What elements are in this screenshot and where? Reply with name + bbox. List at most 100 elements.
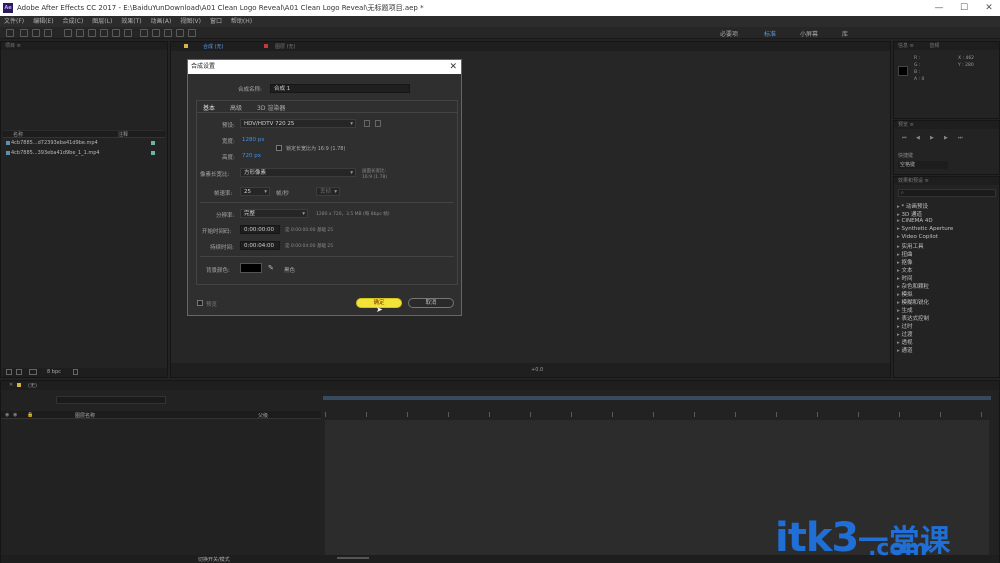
preview-checkbox[interactable]: [197, 300, 203, 306]
menu-edit[interactable]: 编辑(E): [33, 16, 53, 27]
menu-view[interactable]: 视图(V): [180, 16, 201, 27]
effect-category[interactable]: 模拟: [897, 290, 913, 298]
effect-category[interactable]: 模糊和锐化: [897, 298, 930, 306]
bg-color-swatch[interactable]: [240, 263, 262, 273]
effect-category[interactable]: 表达式控制: [897, 314, 930, 322]
frame-rate-select[interactable]: 25: [240, 187, 270, 196]
minimize-button[interactable]: —: [932, 2, 946, 14]
brush-tool-icon[interactable]: [140, 29, 148, 37]
effect-category[interactable]: 通道: [897, 346, 913, 354]
interpret-footage-icon[interactable]: [6, 369, 12, 375]
effect-category[interactable]: CINEMA 4D: [897, 218, 933, 224]
delete-icon[interactable]: [73, 369, 78, 375]
start-timecode-input[interactable]: 0:00:00:00: [240, 225, 280, 234]
tab-layer[interactable]: 图层 (无): [275, 43, 296, 50]
workspace-essentials[interactable]: 必要项: [720, 29, 738, 38]
height-value[interactable]: 720 px: [242, 153, 261, 159]
column-parent[interactable]: 父级: [258, 412, 268, 419]
next-frame-icon[interactable]: ▶: [944, 135, 948, 141]
effect-category[interactable]: 抠像: [897, 258, 913, 266]
selection-tool-icon[interactable]: [20, 29, 28, 37]
effects-search-input[interactable]: ⌕: [898, 189, 996, 197]
type-tool-icon[interactable]: [124, 29, 132, 37]
home-icon[interactable]: [6, 29, 14, 37]
comp-name-input[interactable]: 合成 1: [270, 84, 410, 93]
eye-icon[interactable]: ◉: [5, 412, 9, 418]
menu-layer[interactable]: 图层(L): [92, 16, 112, 27]
zoom-slider[interactable]: [337, 557, 369, 559]
menu-composition[interactable]: 合成(C): [62, 16, 83, 27]
effect-category[interactable]: 生成: [897, 306, 913, 314]
work-area-bar[interactable]: [323, 396, 991, 400]
tab-composition[interactable]: 合成 (无): [203, 43, 224, 50]
menu-effect[interactable]: 效果(T): [121, 16, 141, 27]
play-icon[interactable]: ▶: [930, 135, 934, 141]
effect-category[interactable]: 实用工具: [897, 242, 924, 250]
effect-category[interactable]: * 动画预设: [897, 202, 929, 210]
column-layer-name[interactable]: 图层名称: [75, 412, 95, 419]
audio-icon[interactable]: ◉: [13, 412, 17, 418]
effect-category[interactable]: 扭曲: [897, 250, 913, 258]
project-item[interactable]: 4cb7885...393eba41d9be_1_1.mp4: [6, 150, 100, 156]
menu-file[interactable]: 文件(F): [4, 16, 24, 27]
bit-depth-label[interactable]: 8 bpc: [47, 369, 61, 375]
label-color-chip[interactable]: [151, 151, 155, 155]
workspace-small-screen[interactable]: 小屏幕: [800, 29, 818, 38]
save-preset-icon[interactable]: [364, 120, 370, 127]
pixel-aspect-select[interactable]: 方形像素: [240, 168, 356, 177]
rotate-tool-icon[interactable]: [64, 29, 72, 37]
lock-icon[interactable]: 🔒: [27, 412, 33, 418]
effect-category[interactable]: 过渡: [897, 330, 913, 338]
menu-window[interactable]: 窗口: [210, 16, 222, 27]
column-name[interactable]: 名称: [13, 131, 23, 138]
zoom-tool-icon[interactable]: [44, 29, 52, 37]
project-item[interactable]: 4cb7885...d72393eba41d9be.mp4: [6, 140, 98, 146]
tab-info[interactable]: 信息 ≡: [898, 43, 914, 49]
shape-tool-icon[interactable]: [100, 29, 108, 37]
last-frame-icon[interactable]: ⏭: [958, 135, 963, 141]
pan-behind-tool-icon[interactable]: [88, 29, 96, 37]
timeline-tab[interactable]: (无): [28, 382, 37, 389]
effect-category[interactable]: Synthetic Aperture: [897, 226, 954, 232]
close-window-button[interactable]: ✕: [982, 2, 996, 14]
tab-basic[interactable]: 基本: [203, 103, 215, 112]
puppet-tool-icon[interactable]: [188, 29, 196, 37]
menu-help[interactable]: 帮助(H): [231, 16, 252, 27]
workspace-standard[interactable]: 标准: [764, 29, 776, 38]
label-color-chip[interactable]: [151, 141, 155, 145]
timeline-search-input[interactable]: [56, 396, 166, 404]
first-frame-icon[interactable]: ⏮: [902, 135, 907, 141]
shortcut-select[interactable]: 空格键: [898, 161, 948, 169]
drop-frame-select[interactable]: 丢帧: [316, 187, 340, 196]
new-composition-icon[interactable]: [29, 369, 37, 375]
hand-tool-icon[interactable]: [32, 29, 40, 37]
prev-frame-icon[interactable]: ◀: [916, 135, 920, 141]
effect-category[interactable]: 过时: [897, 322, 913, 330]
maximize-button[interactable]: ☐: [957, 2, 971, 14]
tab-advanced[interactable]: 高级: [230, 103, 242, 112]
column-comment[interactable]: 注释: [118, 131, 128, 138]
menu-animation[interactable]: 动画(A): [151, 16, 172, 27]
effect-category[interactable]: 文本: [897, 266, 913, 274]
dialog-close-button[interactable]: ✕: [449, 60, 457, 74]
width-value[interactable]: 1280 px: [242, 137, 265, 143]
new-folder-icon[interactable]: [16, 369, 22, 375]
duration-input[interactable]: 0:00:04:00: [240, 241, 280, 250]
preset-select[interactable]: HDV/HDTV 720 25: [240, 119, 356, 128]
pen-tool-icon[interactable]: [112, 29, 120, 37]
resolution-select[interactable]: 完整: [240, 209, 308, 218]
effect-category[interactable]: 透视: [897, 338, 913, 346]
effect-category[interactable]: 3D 通道: [897, 210, 922, 218]
exposure-value[interactable]: +0.0: [531, 367, 543, 373]
lock-ratio-checkbox[interactable]: [276, 145, 282, 151]
delete-preset-icon[interactable]: [375, 120, 381, 127]
effect-category[interactable]: 时间: [897, 274, 913, 282]
tab-3d-renderer[interactable]: 3D 渲染器: [257, 103, 285, 112]
workspace-libraries[interactable]: 库: [842, 29, 848, 38]
roto-brush-icon[interactable]: [176, 29, 184, 37]
eyedropper-icon[interactable]: ✎: [268, 264, 274, 272]
tab-audio[interactable]: 音频: [929, 43, 939, 49]
cancel-button[interactable]: 取消: [408, 298, 454, 308]
close-tab-icon[interactable]: ✕: [9, 382, 13, 388]
effect-category[interactable]: Video Copilot: [897, 234, 938, 240]
